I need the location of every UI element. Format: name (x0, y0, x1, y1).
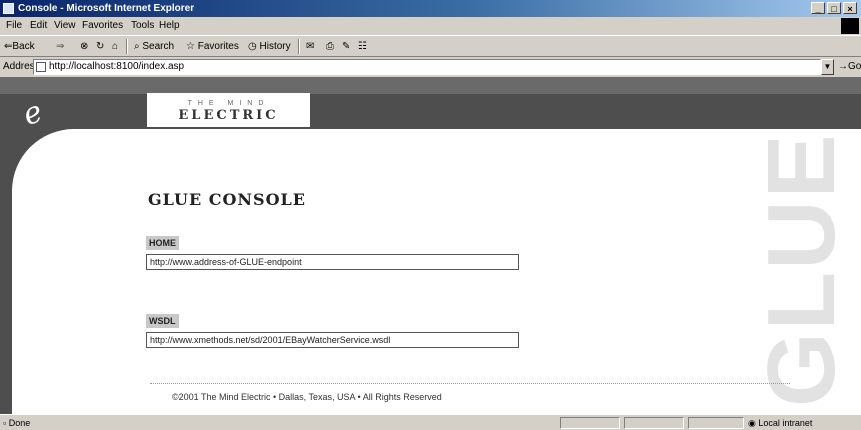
home-endpoint-input[interactable]: http://www.address-of-GLUE-endpoint (146, 254, 519, 270)
logo-bottom-text: ELECTRIC (178, 108, 279, 123)
left-bar (0, 129, 12, 414)
forward-button[interactable]: ⇒ (56, 36, 64, 58)
glue-watermark: GLUE (748, 132, 855, 407)
menu-view[interactable]: View (54, 17, 76, 35)
logo-top-text: THE MIND (187, 100, 270, 107)
history-label: History (259, 41, 291, 52)
history-button[interactable]: ◷ History (248, 36, 291, 58)
edit-icon[interactable]: ✎ (342, 36, 350, 58)
search-label: Search (142, 41, 175, 52)
menu-tools[interactable]: Tools (131, 17, 154, 35)
ie-throbber-icon (841, 18, 859, 34)
home-label: HOME (146, 236, 179, 250)
page-icon (36, 62, 46, 72)
menu-favorites[interactable]: Favorites (82, 17, 123, 35)
address-url: http://localhost:8100/index.asp (49, 61, 185, 72)
search-button[interactable]: ⌕ Search (134, 36, 174, 58)
go-button[interactable]: →Go (838, 57, 861, 77)
stop-icon[interactable]: ⊗ (80, 36, 88, 58)
page-title: GLUE CONSOLE (148, 190, 306, 209)
window-title: Console - Microsoft Internet Explorer (18, 3, 195, 14)
menu-edit[interactable]: Edit (30, 17, 47, 35)
browser-window: Console - Microsoft Internet Explorer _ … (0, 0, 861, 430)
wsdl-input[interactable]: http://www.xmethods.net/sd/2001/EBayWatc… (146, 332, 519, 348)
standard-toolbar: ⇐Back ⇒ ⊗ ↻ ⌂ ⌕ Search ☆ Favorites ◷ His… (0, 35, 861, 57)
favorites-button[interactable]: ☆ Favorites (186, 36, 239, 58)
mind-electric-logo[interactable]: THE MIND ELECTRIC (147, 93, 310, 127)
menu-bar: File Edit View Favorites Tools Help (0, 17, 861, 35)
mail-icon[interactable]: ✉ (306, 36, 314, 58)
ie-app-icon (3, 3, 14, 14)
close-button[interactable]: × (843, 2, 857, 14)
refresh-icon[interactable]: ↻ (96, 36, 104, 58)
address-dropdown-icon[interactable]: ▼ (821, 59, 834, 75)
menu-file[interactable]: File (6, 17, 22, 35)
status-bar: ▫ Done ◉ Local intranet (0, 414, 861, 430)
minimize-button[interactable]: _ (811, 2, 825, 14)
maximize-button[interactable]: □ (827, 2, 841, 14)
back-button[interactable]: ⇐Back (4, 36, 35, 58)
discuss-icon[interactable]: ☷ (358, 36, 367, 58)
menu-help[interactable]: Help (159, 17, 180, 35)
page-content: e THE MIND ELECTRIC GLUE GLUE CONSOLE HO… (0, 77, 861, 414)
go-label: Go (848, 61, 861, 72)
address-bar: Address http://localhost:8100/index.asp … (0, 57, 861, 77)
footer-divider (150, 383, 790, 384)
header-strip (0, 77, 861, 94)
home-icon[interactable]: ⌂ (112, 36, 118, 58)
status-text: ▫ Done (3, 418, 31, 428)
wsdl-label: WSDL (146, 314, 179, 328)
title-bar: Console - Microsoft Internet Explorer _ … (0, 0, 861, 17)
print-icon[interactable]: ⎙ (326, 36, 334, 58)
copyright-footer: ©2001 The Mind Electric • Dallas, Texas,… (172, 392, 442, 402)
favorites-label: Favorites (197, 41, 239, 52)
security-zone: ◉ Local intranet (748, 418, 813, 428)
address-field[interactable]: http://localhost:8100/index.asp (33, 59, 821, 75)
